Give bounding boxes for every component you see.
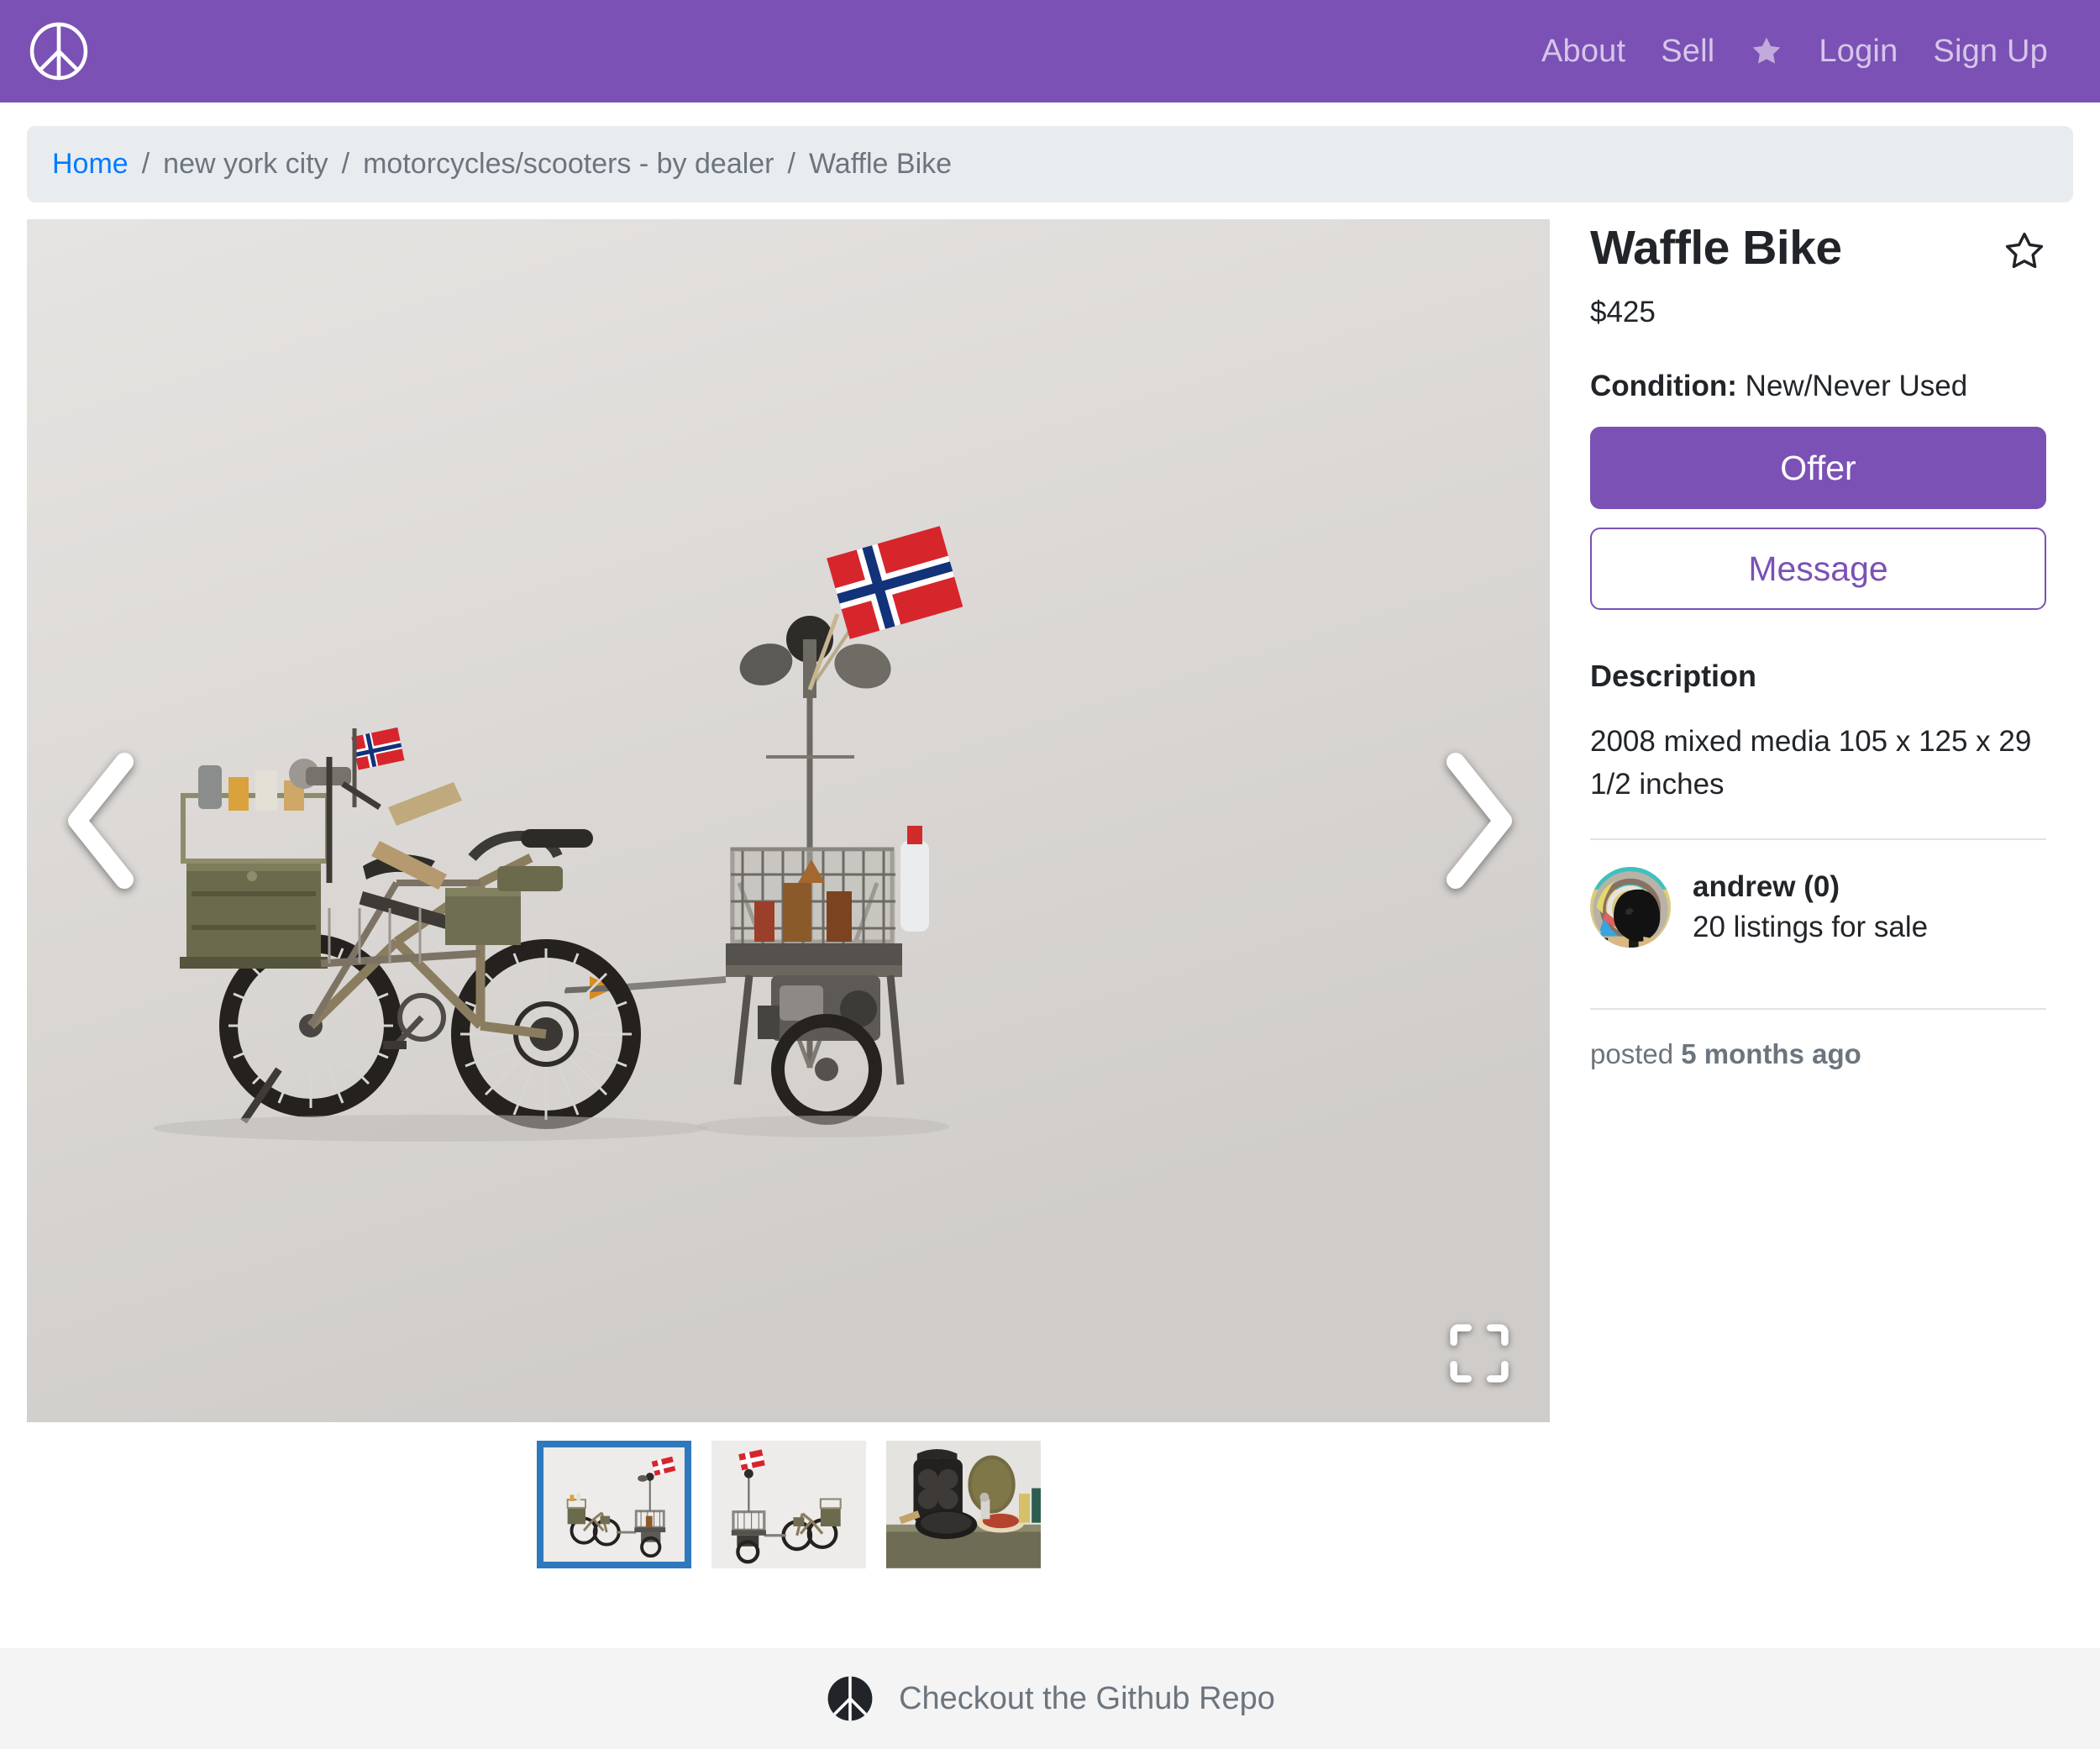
posted-value: 5 months ago <box>1681 1037 1861 1069</box>
listing-info-column: Waffle Bike $425 Condition: New/Never Us… <box>1550 219 2046 1070</box>
nav-favorites-link[interactable] <box>1750 34 1783 68</box>
condition-value: New/Never Used <box>1745 370 1968 403</box>
breadcrumb-separator: / <box>141 148 150 180</box>
posted-time: posted 5 months ago <box>1590 1010 2046 1070</box>
posted-prefix: posted <box>1590 1037 1674 1069</box>
title-row: Waffle Bike <box>1590 220 2046 275</box>
message-button[interactable]: Message <box>1590 528 2046 611</box>
breadcrumb-separator: / <box>341 148 350 180</box>
nav-link-sell[interactable]: Sell <box>1661 34 1714 70</box>
breadcrumb: Home / new york city / motorcycles/scoot… <box>27 126 2073 202</box>
listing-photo-main <box>27 218 1550 1422</box>
page-title: Waffle Bike <box>1590 220 1842 275</box>
nav-link-login[interactable]: Login <box>1819 34 1898 70</box>
image-stage <box>27 218 1550 1422</box>
fullscreen-expand-icon[interactable] <box>1447 1321 1511 1385</box>
github-repo-link[interactable]: Checkout the Github Repo <box>899 1681 1275 1717</box>
seller-listings-count: 20 listings for sale <box>1693 910 1929 943</box>
thumbnail-0[interactable] <box>536 1440 691 1568</box>
waffle-iron-detail-thumb <box>885 1441 1041 1568</box>
top-navbar: About Sell Login Sign Up <box>0 0 2100 102</box>
nav-link-signup[interactable]: Sign Up <box>1933 34 2048 70</box>
waffle-bike-reverse-view-thumb <box>711 1441 866 1568</box>
gallery-column <box>27 218 1550 1568</box>
peace-sign-logo-icon <box>827 1676 873 1721</box>
condition-label: Condition: <box>1590 370 1737 403</box>
description-text: 2008 mixed media 105 x 125 x 29 1/2 inch… <box>1590 725 2032 801</box>
nav-link-about[interactable]: About <box>1541 34 1625 70</box>
listing-price: $425 <box>1590 296 1656 329</box>
offer-button[interactable]: Offer <box>1590 427 2046 510</box>
listing-condition: Condition: New/Never Used <box>1590 370 2046 403</box>
breadcrumb-item-city[interactable]: new york city <box>163 147 328 181</box>
next-image-button[interactable] <box>1425 745 1526 896</box>
description-heading: Description <box>1590 659 1757 694</box>
breadcrumb-home-link[interactable]: Home <box>52 147 129 181</box>
favorite-star-outline-icon[interactable] <box>2003 229 2046 273</box>
main-content: Waffle Bike $425 Condition: New/Never Us… <box>0 202 2100 1568</box>
star-filled-icon <box>1753 37 1781 64</box>
breadcrumb-separator: / <box>787 148 795 180</box>
seller-block: andrew (0) 20 listings for sale <box>1590 840 2046 976</box>
page-footer: Checkout the Github Repo <box>0 1648 2100 1749</box>
avatar[interactable] <box>1590 866 1671 948</box>
thumbnail-1[interactable] <box>711 1440 866 1568</box>
seller-details: andrew (0) 20 listings for sale <box>1693 870 1928 944</box>
waffle-bike-side-view-thumb <box>543 1447 684 1562</box>
thumbnail-strip <box>27 1422 1550 1568</box>
breadcrumb-item-category[interactable]: motorcycles/scooters - by dealer <box>363 147 774 181</box>
seller-name[interactable]: andrew (0) <box>1693 870 1928 904</box>
breadcrumb-container: Home / new york city / motorcycles/scoot… <box>0 102 2100 202</box>
thumbnail-2[interactable] <box>885 1440 1041 1568</box>
user-avatar-icon <box>1590 866 1671 948</box>
peace-sign-logo-icon <box>29 22 88 81</box>
breadcrumb-item-listing: Waffle Bike <box>808 148 953 180</box>
prev-image-button[interactable] <box>50 745 151 896</box>
brand-home-link[interactable] <box>27 19 91 83</box>
navbar-links: About Sell Login Sign Up <box>1541 34 2066 70</box>
